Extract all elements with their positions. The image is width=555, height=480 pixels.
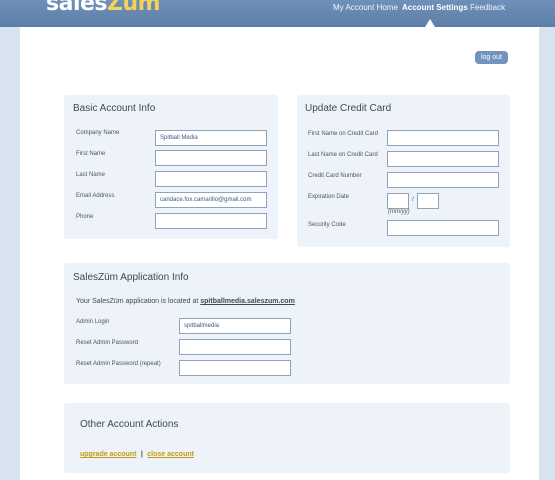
phone-label: Phone	[76, 214, 94, 220]
logo[interactable]: salesZüm	[46, 0, 161, 16]
application-url[interactable]: spitballmedia.saleszum.com	[200, 298, 295, 305]
card-last-name-field[interactable]	[387, 151, 499, 167]
expiration-month-field[interactable]	[387, 193, 409, 209]
other-actions-panel	[64, 403, 510, 473]
first-name-field[interactable]	[155, 150, 267, 166]
expiration-separator: /	[412, 197, 414, 203]
close-account-link[interactable]: close account	[147, 451, 194, 458]
expiration-label: Expiration Date	[308, 194, 350, 200]
email-label: Email Address	[76, 193, 115, 199]
logo-main: sales	[46, 0, 108, 16]
account-actions: upgrade account | close account	[80, 443, 194, 461]
card-number-field[interactable]	[387, 172, 499, 188]
logout-button[interactable]: log out	[475, 51, 508, 64]
last-name-field[interactable]	[155, 171, 267, 187]
card-first-name-field[interactable]	[387, 130, 499, 146]
actions-separator: |	[140, 451, 143, 458]
security-code-label: Security Code	[308, 222, 346, 228]
email-field[interactable]: candace.fox.camarillo@gmail.com	[155, 192, 267, 208]
application-info-title: SalesZüm Application Info	[73, 272, 189, 283]
company-name-field[interactable]: Spitball Media	[155, 130, 267, 146]
last-name-label: Last Name	[76, 172, 106, 178]
other-actions-title: Other Account Actions	[80, 419, 179, 430]
top-bar: salesZüm My Account Home Account Setting…	[0, 0, 555, 27]
nav-my-account-home[interactable]: My Account Home	[333, 3, 398, 12]
reset-password-field[interactable]	[179, 339, 291, 355]
expiration-year-field[interactable]	[417, 193, 439, 209]
admin-login-field[interactable]: spitballmedia	[179, 318, 291, 334]
admin-login-label: Admin Login	[76, 319, 110, 325]
basic-account-title: Basic Account Info	[73, 103, 156, 114]
card-first-name-label: First Name on Credit Card	[308, 131, 379, 137]
security-code-field[interactable]	[387, 220, 499, 236]
first-name-label: First Name	[76, 151, 106, 157]
application-location-text: Your SalesZüm application is located at	[76, 298, 199, 305]
nav-account-settings[interactable]: Account Settings	[402, 3, 468, 12]
card-last-name-label: Last Name on Credit Card	[308, 152, 378, 158]
nav-feedback[interactable]: Feedback	[470, 3, 505, 12]
logo-accent: Züm	[107, 0, 161, 16]
application-location: Your SalesZüm application is located at …	[76, 298, 295, 305]
reset-password-label: Reset Admin Password	[76, 340, 139, 346]
upgrade-account-link[interactable]: upgrade account	[80, 451, 136, 458]
card-number-label: Credit Card Number	[308, 173, 362, 179]
expiration-hint: (mm/yy)	[388, 209, 410, 215]
reset-password-repeat-field[interactable]	[179, 360, 291, 376]
company-name-label: Company Name	[76, 130, 120, 136]
reset-password-repeat-label: Reset Admin Password (repeat)	[76, 361, 161, 367]
active-nav-pointer	[425, 19, 435, 27]
credit-card-title: Update Credit Card	[305, 103, 392, 114]
phone-field[interactable]	[155, 213, 267, 229]
